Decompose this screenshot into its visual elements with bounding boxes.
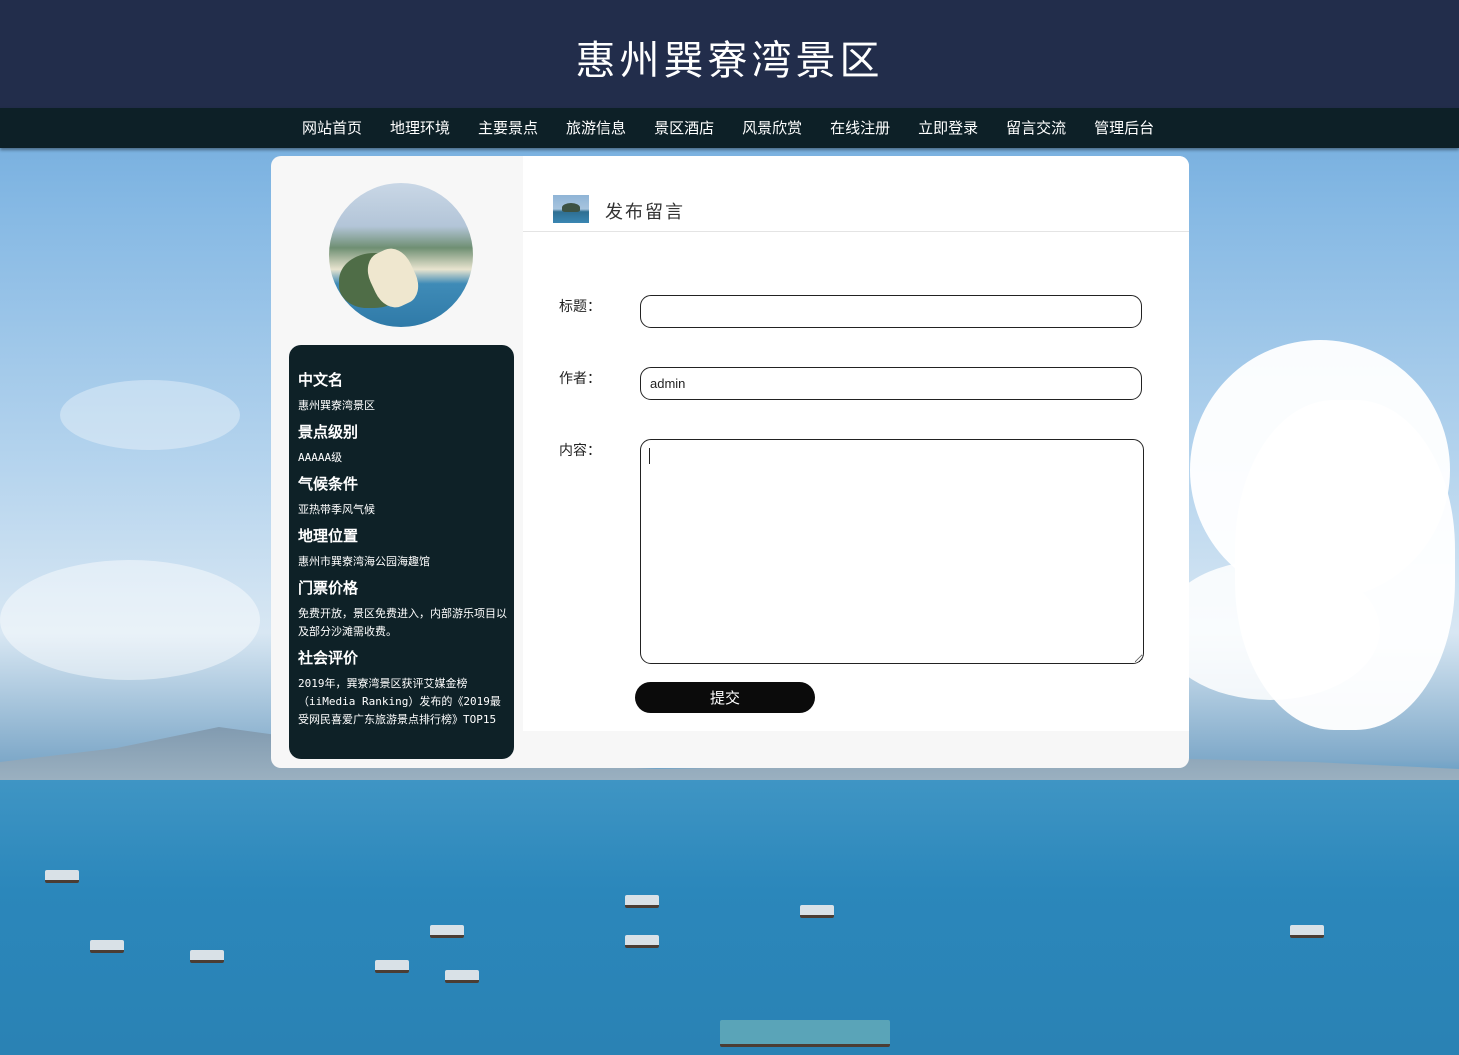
- author-label: 作者：: [559, 371, 601, 387]
- nav-item-admin[interactable]: 管理后台: [1080, 108, 1168, 148]
- title-label: 标题：: [559, 299, 601, 315]
- info-value: 惠州市巽寮湾海公园海趣馆: [298, 555, 430, 568]
- nav-item-travel-info[interactable]: 旅游信息: [552, 108, 640, 148]
- nav-item-login[interactable]: 立即登录: [904, 108, 992, 148]
- main-nav: 网站首页 地理环境 主要景点 旅游信息 景区酒店 风景欣赏 在线注册 立即登录 …: [0, 108, 1459, 148]
- info-label: 门票价格: [298, 579, 359, 597]
- panel-title: 发布留言: [605, 202, 685, 223]
- info-label: 气候条件: [298, 475, 359, 493]
- content-card: 中文名 惠州巽寮湾景区 景点级别 AAAAA级 气候条件 亚热带季风气候 地理位…: [271, 156, 1189, 768]
- boat: [45, 870, 79, 883]
- background-cloud: [1160, 560, 1380, 700]
- info-value: 免费开放，景区免费进入，内部游乐项目以及部分沙滩需收费。: [298, 607, 507, 638]
- nav-item-hotels[interactable]: 景区酒店: [640, 108, 728, 148]
- title-input[interactable]: [640, 295, 1142, 328]
- info-label: 地理位置: [298, 527, 359, 545]
- panel-header: 发布留言: [523, 156, 1189, 232]
- scenic-avatar-image: [329, 183, 473, 327]
- boat: [90, 940, 124, 953]
- boat: [375, 960, 409, 973]
- info-value: 2019年，巽寮湾景区获评艾媒金榜（iiMedia Ranking）发布的《20…: [298, 677, 501, 726]
- content-label: 内容：: [559, 443, 601, 459]
- boat: [1290, 925, 1324, 938]
- info-label: 社会评价: [298, 649, 359, 667]
- boat: [190, 950, 224, 963]
- site-title: 惠州巽寮湾景区: [575, 38, 884, 84]
- submit-button[interactable]: 提交: [635, 682, 815, 713]
- boat: [720, 1020, 890, 1047]
- info-content: 中文名 惠州巽寮湾景区 景点级别 AAAAA级 气候条件 亚热带季风气候 地理位…: [298, 369, 508, 735]
- background-cloud: [0, 560, 260, 680]
- info-value: 惠州巽寮湾景区: [298, 399, 375, 412]
- background-cloud: [60, 380, 240, 450]
- info-label: 景点级别: [298, 423, 359, 441]
- boat: [430, 925, 464, 938]
- nav-item-geography[interactable]: 地理环境: [376, 108, 464, 148]
- nav-item-register[interactable]: 在线注册: [816, 108, 904, 148]
- scenic-info-box: 中文名 惠州巽寮湾景区 景点级别 AAAAA级 气候条件 亚热带季风气候 地理位…: [289, 345, 514, 759]
- nav-item-attractions[interactable]: 主要景点: [464, 108, 552, 148]
- island-thumbnail-icon: [553, 195, 589, 223]
- boat: [445, 970, 479, 983]
- boat: [625, 895, 659, 908]
- text-caret: [649, 448, 650, 464]
- nav-item-messages[interactable]: 留言交流: [992, 108, 1080, 148]
- boat: [800, 905, 834, 918]
- nav-item-scenery[interactable]: 风景欣赏: [728, 108, 816, 148]
- site-header: 惠州巽寮湾景区: [0, 0, 1459, 108]
- content-textarea[interactable]: [640, 439, 1144, 664]
- info-value: AAAAA级: [298, 451, 343, 464]
- nav-list: 网站首页 地理环境 主要景点 旅游信息 景区酒店 风景欣赏 在线注册 立即登录 …: [288, 108, 1168, 148]
- message-form-panel: 发布留言 标题： 作者： 内容： 提交: [523, 156, 1189, 731]
- info-value: 亚热带季风气候: [298, 503, 375, 516]
- background-sea: [0, 780, 1459, 1055]
- nav-item-home[interactable]: 网站首页: [288, 108, 376, 148]
- boat: [625, 935, 659, 948]
- info-label: 中文名: [298, 371, 344, 389]
- author-input[interactable]: [640, 367, 1142, 400]
